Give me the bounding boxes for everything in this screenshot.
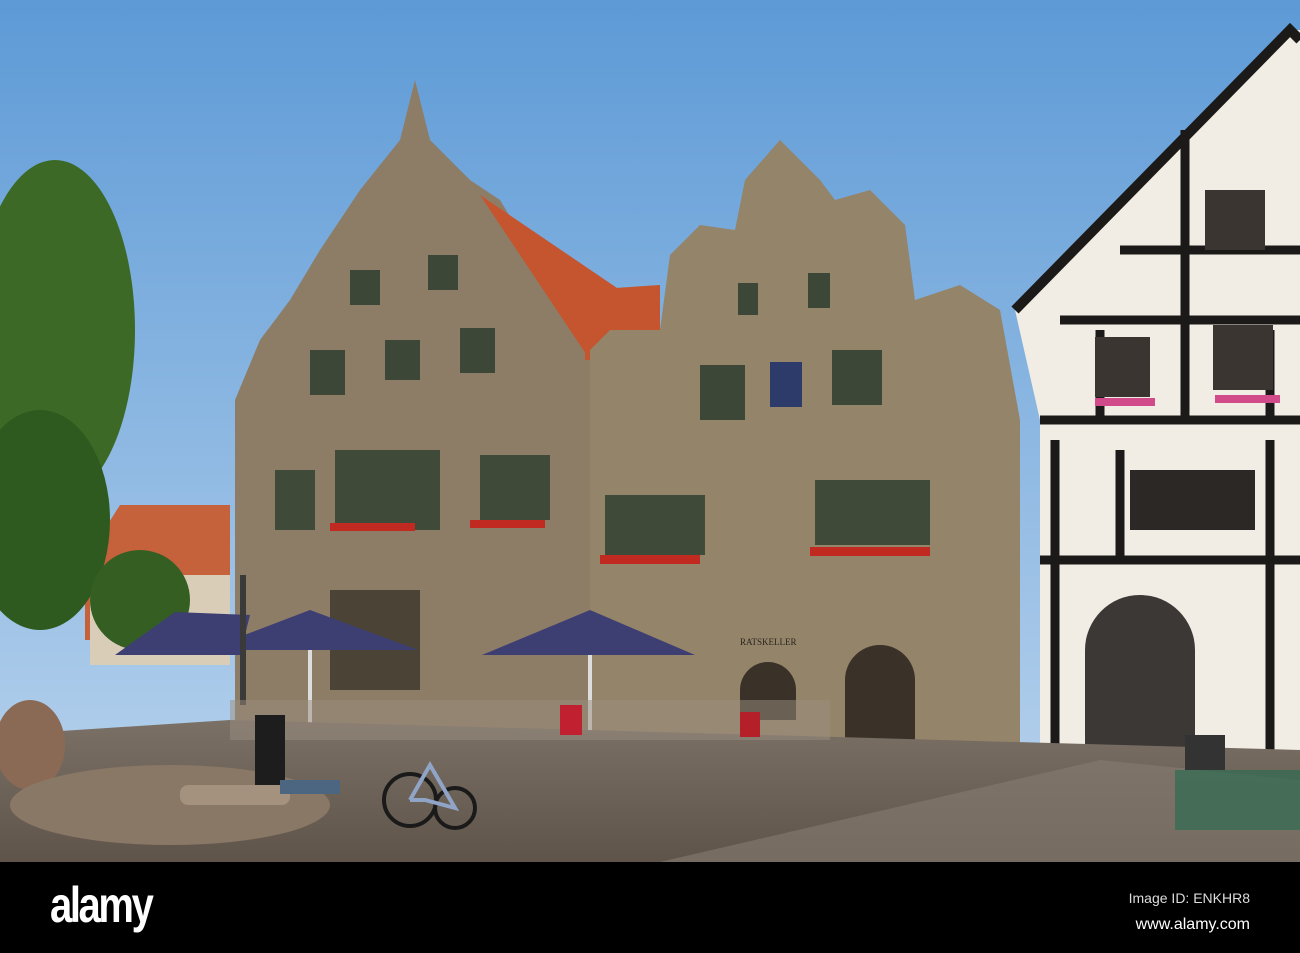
website-link[interactable]: www.alamy.com [1136,916,1250,934]
alamy-logo: alamy [50,877,154,933]
image-id: Image ID: ENKHR8 [1128,890,1250,906]
ratskeller-sign: RATSKELLER [740,637,797,647]
town-square-scene: RATSKELLER [0,0,1300,862]
footer: alamy Image ID: ENKHR8 www.alamy.com [0,862,1300,953]
photo: RATSKELLER [0,0,1300,862]
coat-of-arms-plaque [770,362,802,407]
